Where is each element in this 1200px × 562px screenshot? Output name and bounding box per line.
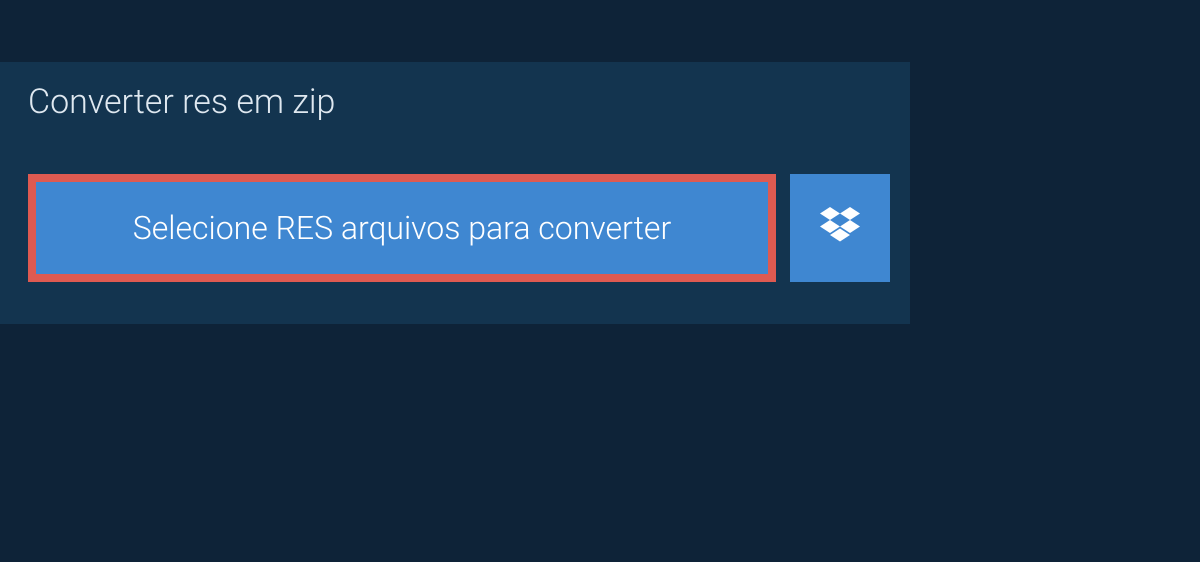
- page-title: Converter res em zip: [0, 62, 373, 142]
- converter-panel: Converter res em zip Selecione RES arqui…: [0, 62, 910, 324]
- select-files-label: Selecione RES arquivos para converter: [133, 209, 671, 247]
- dropbox-button[interactable]: [790, 174, 890, 282]
- select-files-button[interactable]: Selecione RES arquivos para converter: [28, 174, 776, 282]
- dropbox-icon: [820, 207, 860, 249]
- action-row: Selecione RES arquivos para converter: [0, 142, 910, 324]
